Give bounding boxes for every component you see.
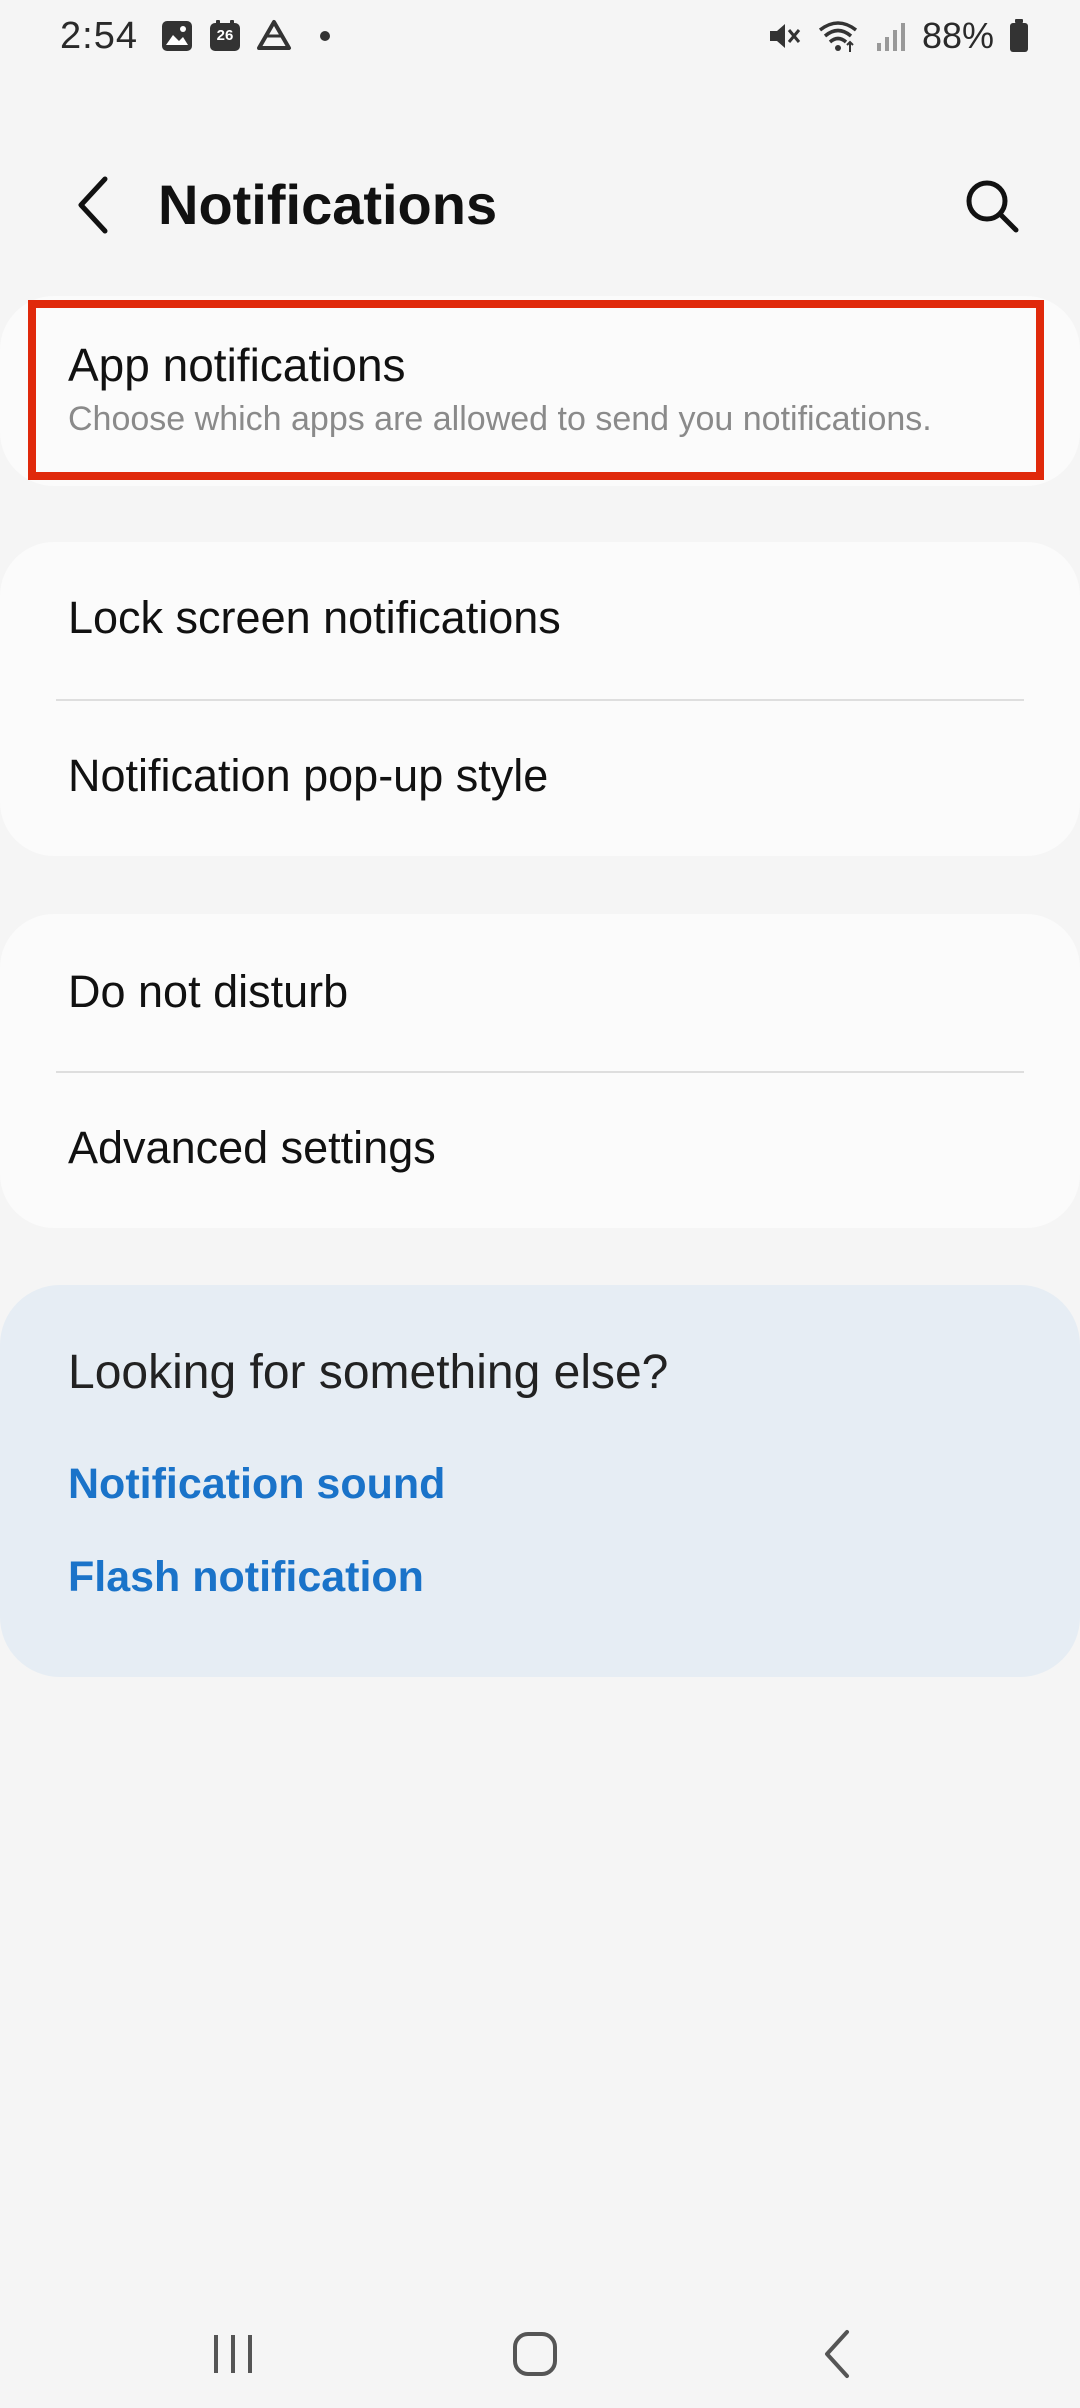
back-button[interactable] bbox=[58, 170, 128, 240]
app-notifications-subtitle: Choose which apps are allowed to send yo… bbox=[68, 400, 932, 438]
divider bbox=[56, 1071, 1024, 1073]
signal-icon bbox=[874, 19, 908, 53]
status-right: 88% bbox=[766, 15, 1030, 57]
search-icon bbox=[966, 180, 1019, 233]
dot-icon bbox=[319, 31, 330, 41]
divider bbox=[56, 699, 1024, 701]
lock-screen-group-card: Lock screen notifications Notification p… bbox=[0, 542, 1080, 856]
status-time: 2:54 bbox=[60, 14, 138, 57]
flash-notification-link[interactable]: Flash notification bbox=[68, 1553, 424, 1602]
notification-sound-link[interactable]: Notification sound bbox=[68, 1460, 445, 1509]
app-notifications-title: App notifications bbox=[68, 339, 406, 391]
looking-for-something-else-card: Looking for something else? Notification… bbox=[0, 1285, 1080, 1677]
advanced-settings-item[interactable]: Advanced settings bbox=[68, 1122, 436, 1174]
recents-icon bbox=[214, 2335, 252, 2373]
status-left: 2:54 26 bbox=[60, 15, 330, 58]
gallery-icon bbox=[160, 19, 194, 53]
battery-percent: 88% bbox=[921, 15, 994, 56]
drive-icon bbox=[256, 19, 292, 53]
nav-back-button[interactable] bbox=[792, 2314, 882, 2394]
app-header: Notifications bbox=[0, 150, 1080, 260]
do-not-disturb-item[interactable]: Do not disturb bbox=[68, 966, 348, 1018]
status-bar: 2:54 26 88% bbox=[0, 0, 1080, 72]
navigation-bar bbox=[0, 2300, 1080, 2408]
mute-icon bbox=[766, 18, 802, 54]
home-button[interactable] bbox=[490, 2314, 580, 2394]
dnd-group-card: Do not disturb Advanced settings bbox=[0, 914, 1080, 1228]
suggestions-title: Looking for something else? bbox=[68, 1346, 669, 1399]
back-icon bbox=[825, 2330, 849, 2378]
notifications-screen: 2:54 26 88% Notifications App notificati… bbox=[0, 0, 1080, 2408]
battery-icon bbox=[1008, 18, 1030, 54]
search-button[interactable] bbox=[954, 168, 1030, 244]
lock-screen-notifications-item[interactable]: Lock screen notifications bbox=[68, 592, 561, 644]
wifi-icon bbox=[816, 18, 860, 54]
recents-button[interactable] bbox=[188, 2314, 278, 2394]
home-icon bbox=[513, 2332, 557, 2376]
calendar-icon: 26 bbox=[208, 19, 242, 53]
page-title: Notifications bbox=[158, 173, 498, 236]
notification-popup-style-item[interactable]: Notification pop-up style bbox=[68, 750, 548, 802]
back-chevron-icon bbox=[78, 176, 108, 234]
calendar-day: 26 bbox=[216, 27, 234, 44]
